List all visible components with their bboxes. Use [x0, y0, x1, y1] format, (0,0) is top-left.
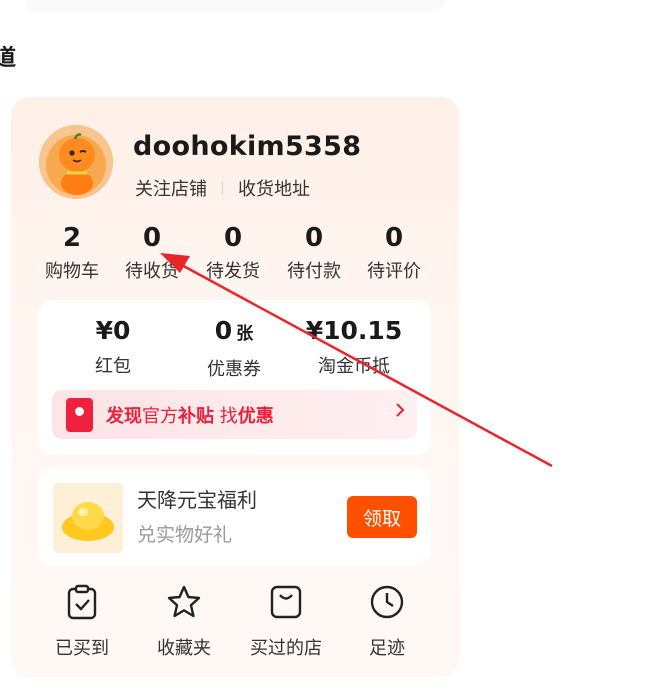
stat-to-pay[interactable]: 0 待付款 [274, 223, 354, 283]
asset-red-packet[interactable]: ¥0 红包 [53, 316, 173, 378]
page: 道 doohokim5358 关注店铺 收货地址 2 购物车 0 待收货 0 待… [0, 0, 649, 699]
asset-value: ¥10.15 [294, 316, 414, 346]
avatar[interactable] [39, 125, 113, 199]
assets-panel: ¥0 红包 0张 优惠券 ¥10.15 淘金币抵 发现官方补贴 找优惠 [38, 300, 431, 455]
asset-label: 淘金币抵 [318, 356, 390, 377]
promo-text: 发现官方补贴 找优惠 [106, 402, 274, 428]
asset-value: 0张 [174, 316, 294, 349]
promo-word: 补贴 [178, 405, 214, 427]
quick-link-purchased[interactable]: 已买到 [32, 584, 132, 660]
stat-label: 待收货 [125, 261, 179, 282]
asset-amount: 0 [214, 316, 233, 345]
profile-links: 关注店铺 收货地址 [135, 175, 310, 201]
clock-icon [337, 584, 437, 620]
promo-word: 发现 [106, 405, 142, 427]
shipping-address-link[interactable]: 收货地址 [238, 175, 310, 201]
asset-value: ¥0 [53, 316, 173, 346]
asset-amount: ¥10.15 [305, 316, 403, 345]
stat-value: 0 [304, 223, 324, 253]
asset-unit: 张 [236, 324, 254, 344]
stat-value: 2 [62, 223, 82, 253]
stat-label: 待评价 [367, 261, 421, 282]
shop-bag-icon [236, 584, 336, 620]
reward-subtitle: 兑实物好礼 [137, 524, 233, 546]
quick-link-label: 收藏夹 [157, 638, 211, 659]
followed-shops-link[interactable]: 关注店铺 [135, 175, 207, 201]
username: doohokim5358 [133, 131, 362, 162]
asset-label: 优惠券 [207, 359, 261, 380]
quick-link-label: 足迹 [369, 638, 405, 659]
claim-button[interactable]: 领取 [347, 496, 417, 538]
quick-link-label: 已买到 [55, 638, 109, 659]
stat-label: 购物车 [45, 261, 99, 282]
subsidy-promo-banner[interactable]: 发现官方补贴 找优惠 [52, 390, 417, 439]
quick-link-label: 买过的店 [250, 638, 322, 659]
reward-title: 天降元宝福利 [137, 488, 257, 512]
stat-to-ship[interactable]: 0 待发货 [193, 223, 273, 283]
quick-link-footprints[interactable]: 足迹 [337, 584, 437, 660]
promo-word: 找 [214, 405, 238, 427]
divider [222, 181, 223, 195]
stat-value: 0 [142, 223, 162, 253]
asset-label: 红包 [95, 356, 131, 377]
section-heading-fragment: 道 [0, 46, 17, 71]
asset-amount: ¥0 [95, 316, 131, 345]
asset-coins[interactable]: ¥10.15 淘金币抵 [294, 316, 414, 378]
clipboard-check-icon [32, 584, 132, 620]
chevron-right-icon [395, 402, 405, 423]
promo-tag-icon [66, 397, 93, 432]
promo-word: 官方 [142, 405, 178, 427]
gold-ingot-image [53, 483, 123, 553]
stat-cart[interactable]: 2 购物车 [32, 223, 112, 283]
top-panel-edge [25, 0, 445, 12]
promo-word: 优惠 [237, 405, 274, 427]
user-center-card: doohokim5358 关注店铺 收货地址 2 购物车 0 待收货 0 待发货… [11, 97, 459, 677]
star-icon [134, 584, 234, 620]
quick-link-visited-shops[interactable]: 买过的店 [236, 584, 336, 660]
mascot-avatar-icon [39, 125, 113, 199]
stat-label: 待付款 [287, 261, 341, 282]
asset-coupons[interactable]: 0张 优惠券 [174, 316, 294, 381]
reward-panel: 天降元宝福利 兑实物好礼 领取 [38, 468, 431, 566]
stat-to-review[interactable]: 0 待评价 [354, 223, 434, 283]
stat-value: 0 [223, 223, 243, 253]
stat-value: 0 [384, 223, 404, 253]
quick-link-favorites[interactable]: 收藏夹 [134, 584, 234, 660]
stat-label: 待发货 [206, 261, 260, 282]
stat-to-receive[interactable]: 0 待收货 [112, 223, 192, 283]
